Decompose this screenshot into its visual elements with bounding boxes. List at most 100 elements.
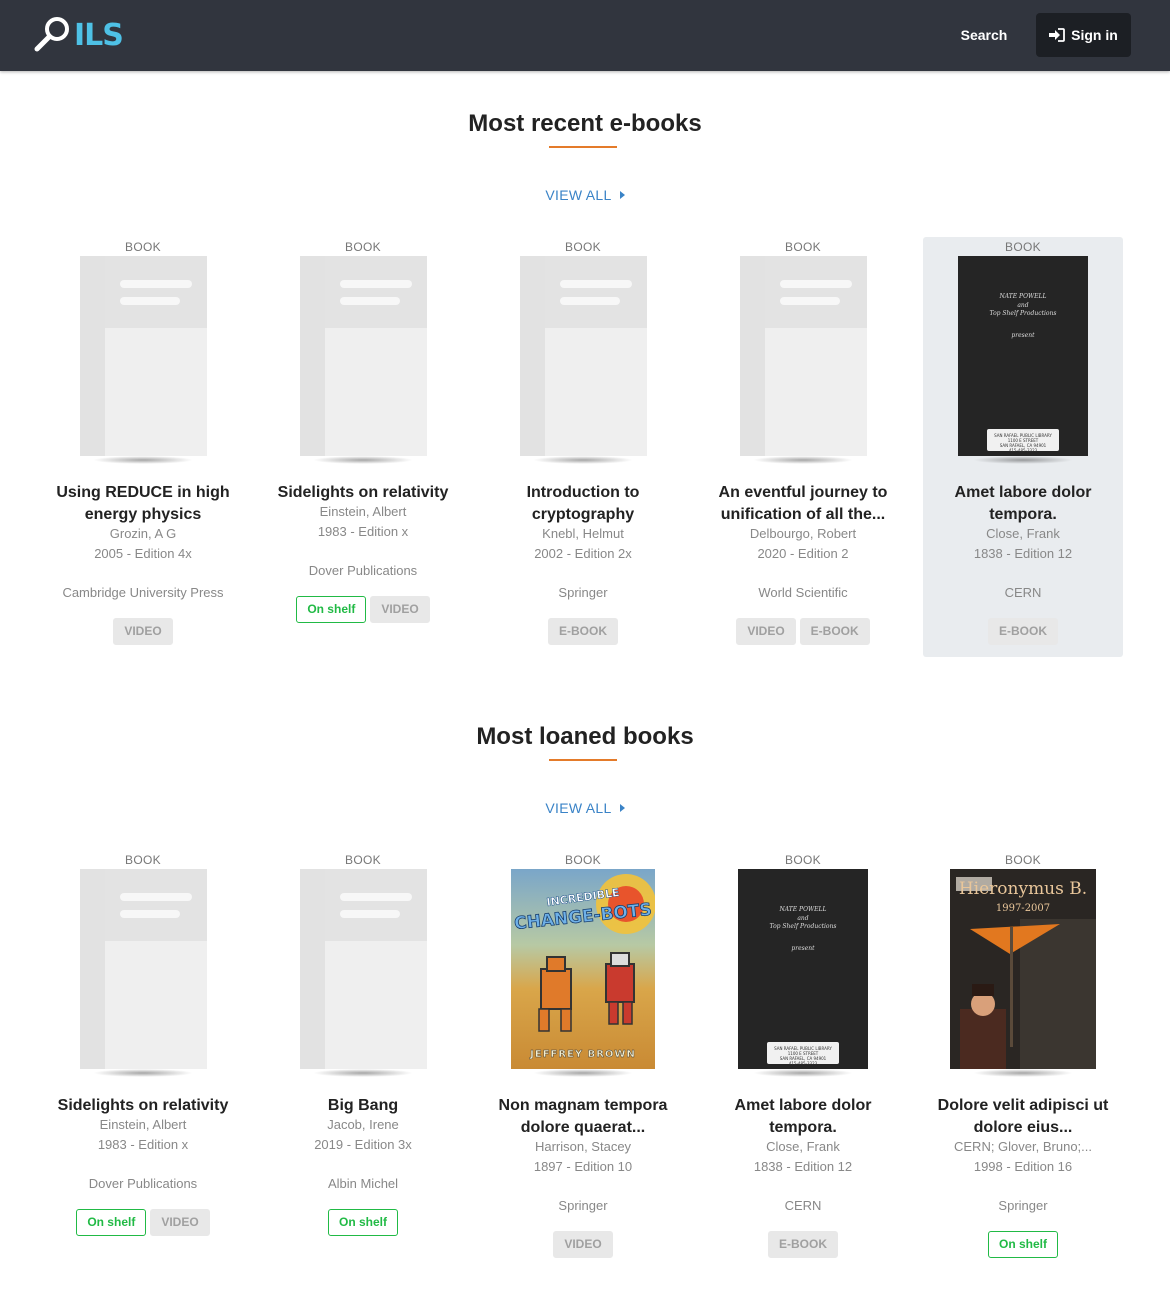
book-tags: On shelf	[923, 1231, 1123, 1258]
book-card[interactable]: BOOK Using REDUCE in high energy physics G…	[43, 237, 243, 657]
book-title[interactable]: Big Bang	[273, 1095, 453, 1117]
book-year-edition: 1838 - Edition 12	[753, 1159, 853, 1174]
book-title[interactable]: Amet labore dolor tempora.	[933, 482, 1113, 526]
media-type-badge: VIDEO	[113, 618, 173, 645]
cover-line	[120, 297, 180, 305]
view-all-recent-ebooks[interactable]: VIEW ALL	[0, 187, 1170, 203]
cover-line	[120, 893, 192, 901]
book-cover[interactable]	[80, 256, 207, 456]
book-title[interactable]: Using REDUCE in high energy physics	[53, 482, 233, 526]
cover-shadow	[313, 1069, 413, 1077]
book-cover[interactable]: NATE POWELL and Top Shelf Productions prese…	[958, 256, 1088, 456]
book-cover[interactable]: Hieronymus B. 1997-2007	[950, 869, 1096, 1069]
section-underline	[549, 759, 617, 761]
cover-shadow	[533, 1069, 633, 1077]
book-title[interactable]: Amet labore dolor tempora.	[713, 1095, 893, 1139]
cover-handwriting: Top Shelf Productions	[989, 310, 1057, 317]
cover-spine	[300, 869, 325, 1069]
book-card[interactable]: BOOK Introduction to cryptography Knebl, H…	[483, 237, 683, 657]
cover-band	[765, 256, 867, 328]
view-all-label: VIEW ALL	[545, 187, 612, 203]
item-type-label: BOOK	[785, 853, 821, 867]
book-year-edition: 1983 - Edition x	[97, 1137, 189, 1152]
book-card[interactable]: BOOK Sidelights on relativity Einstein, Al…	[43, 850, 243, 1270]
on-shelf-badge: On shelf	[327, 1209, 398, 1236]
book-tags: E-BOOK	[923, 618, 1123, 645]
cover-line	[340, 893, 412, 901]
book-title[interactable]: Introduction to cryptography	[493, 482, 673, 526]
cover-band	[105, 869, 207, 941]
cover-band	[325, 256, 427, 328]
book-card[interactable]: BOOK NATE POWELL and Top Shelf Productions p…	[923, 237, 1123, 657]
media-type-badge: VIDEO	[370, 596, 430, 623]
magnifier-icon	[34, 17, 69, 52]
library-label-line: 415-485-3323	[788, 1061, 818, 1066]
cover-line	[780, 297, 840, 305]
book-publisher: CERN	[1004, 585, 1042, 600]
item-type-label: BOOK	[565, 240, 601, 254]
nav-search-link[interactable]: Search	[950, 14, 1018, 56]
media-type-badge: VIDEO	[150, 1209, 210, 1236]
book-card[interactable]: BOOK NATE POWELL and Top Shelf Productions p…	[703, 850, 903, 1270]
top-navbar: ILS Search Sign in	[0, 0, 1170, 71]
sign-in-icon	[1049, 28, 1066, 42]
cover-line	[120, 280, 192, 288]
cover-handwriting: present	[791, 945, 815, 952]
book-publisher: Albin Michel	[327, 1176, 399, 1191]
view-all-most-loaned[interactable]: VIEW ALL	[0, 800, 1170, 816]
book-year-edition: 1983 - Edition x	[317, 524, 409, 539]
caret-right-icon	[619, 191, 625, 199]
cover-shadow	[313, 456, 413, 464]
book-cover[interactable]	[740, 256, 867, 456]
book-title[interactable]: Non magnam tempora dolore quaerat...	[493, 1095, 673, 1139]
cover-shadow	[753, 456, 853, 464]
book-title[interactable]: An eventful journey to unification of al…	[713, 482, 893, 526]
item-type-label: BOOK	[345, 240, 381, 254]
book-cover[interactable]	[80, 869, 207, 1069]
book-tags: On shelf VIDEO	[263, 596, 463, 623]
book-tags: On shelf	[263, 1209, 463, 1236]
book-cover[interactable]: NATE POWELL and Top Shelf Productions prese…	[738, 869, 868, 1069]
cover-line	[340, 280, 412, 288]
book-card[interactable]: BOOK INCREDIBLE CHANGE-BOTS JEFFREY BROWN No…	[483, 850, 683, 1270]
book-title[interactable]: Sidelights on relativity	[273, 482, 453, 504]
book-card[interactable]: BOOK Hieronymus B. 1997-2007 Dolore velit a…	[923, 850, 1123, 1270]
book-year-edition: 2002 - Edition 2x	[534, 546, 632, 561]
book-publisher: Springer	[558, 585, 608, 600]
cover-line	[340, 910, 400, 918]
cover-line	[340, 297, 400, 305]
book-card[interactable]: BOOK Sidelights on relativity Einstein, Al…	[263, 237, 463, 657]
book-publisher: Springer	[558, 1198, 608, 1213]
book-year-edition: 1838 - Edition 12	[973, 546, 1073, 561]
cover-handwriting: NATE POWELL	[779, 906, 827, 913]
book-authors: Delbourgo, Robert	[749, 526, 857, 541]
cover-band	[325, 869, 427, 941]
sign-in-label: Sign in	[1071, 27, 1118, 43]
cover-line	[120, 910, 180, 918]
item-type-label: BOOK	[125, 240, 161, 254]
item-type-label: BOOK	[1005, 853, 1041, 867]
section-underline	[549, 146, 617, 148]
book-title[interactable]: Sidelights on relativity	[53, 1095, 233, 1117]
media-type-badge: E-BOOK	[799, 618, 870, 645]
book-card[interactable]: BOOK An eventful journey to unification o…	[703, 237, 903, 657]
cover-shadow	[973, 1069, 1073, 1077]
media-type-badge: E-BOOK	[768, 1231, 838, 1258]
book-cover[interactable]	[300, 869, 427, 1069]
item-type-label: BOOK	[785, 240, 821, 254]
item-type-label: BOOK	[565, 853, 601, 867]
book-authors: Close, Frank	[766, 1139, 840, 1154]
cover-shadow	[533, 456, 633, 464]
book-cover[interactable]	[520, 256, 647, 456]
book-title[interactable]: Dolore velit adipisci ut dolore eius...	[933, 1095, 1113, 1139]
section-title-recent-ebooks: Most recent e-books	[468, 110, 702, 137]
book-cover[interactable]	[300, 256, 427, 456]
sign-in-button[interactable]: Sign in	[1036, 13, 1131, 57]
ils-logo[interactable]: ILS	[34, 14, 124, 56]
on-shelf-badge: On shelf	[76, 1209, 147, 1236]
media-type-badge: E-BOOK	[988, 618, 1058, 645]
cover-line	[560, 280, 632, 288]
book-card[interactable]: BOOK Big Bang Jacob, Irene 2019 - Edition 3…	[263, 850, 463, 1270]
cover-spine	[80, 256, 105, 456]
book-cover[interactable]: INCREDIBLE CHANGE-BOTS JEFFREY BROWN	[511, 869, 655, 1069]
